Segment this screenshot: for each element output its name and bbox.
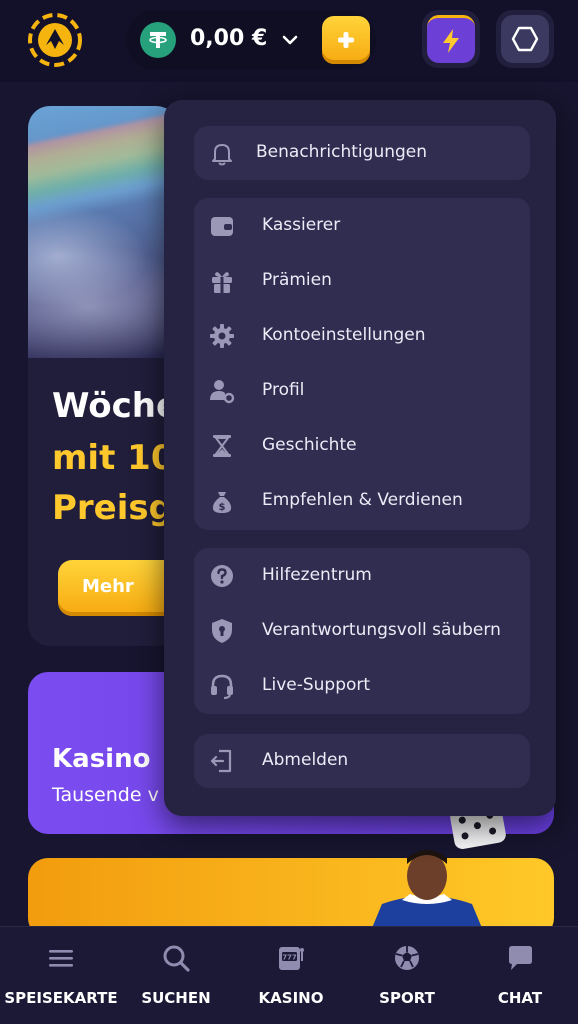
- player-image: [372, 850, 482, 928]
- menu-item-account-settings[interactable]: Kontoeinstellungen: [194, 310, 530, 362]
- menu-item-label: Kassierer: [262, 215, 341, 235]
- nav-label: KASINO: [258, 989, 324, 1007]
- logout-group: Abmelden: [194, 734, 530, 788]
- nav-sport[interactable]: SPORT: [352, 927, 462, 1024]
- shield-lock-icon: [212, 619, 232, 643]
- search-icon: [163, 945, 190, 972]
- logout-icon: [210, 749, 232, 773]
- nav-label: SPEISEKARTE: [4, 989, 118, 1007]
- menu-item-help-center[interactable]: Hilfezentrum: [194, 550, 530, 602]
- boost-button[interactable]: [422, 10, 480, 68]
- bottom-nav: SPEISEKARTE SUCHEN 777 KASINO SPORT CHAT: [0, 926, 578, 1024]
- account-menu: Benachrichtigungen Kassierer Prämien Kon…: [164, 100, 556, 816]
- user-settings-icon: [210, 380, 235, 404]
- tether-icon: [140, 22, 176, 58]
- menu-item-refer-earn[interactable]: $ Empfehlen & Verdienen: [194, 475, 530, 527]
- menu-item-label: Kontoeinstellungen: [262, 325, 426, 345]
- logo-icon[interactable]: [26, 11, 84, 69]
- menu-item-label: Abmelden: [262, 750, 349, 770]
- menu-item-label: Profil: [262, 380, 305, 400]
- menu-item-label: Geschichte: [262, 435, 357, 455]
- wallet-selector[interactable]: 0,00 €: [126, 10, 376, 70]
- menu-item-label: Benachrichtigungen: [256, 142, 428, 162]
- nav-menu[interactable]: SPEISEKARTE: [0, 927, 122, 1024]
- menu-item-cashier[interactable]: Kassierer: [194, 200, 530, 252]
- deposit-button[interactable]: [322, 16, 370, 64]
- profile-menu-button[interactable]: [496, 10, 554, 68]
- nav-casino[interactable]: 777 KASINO: [230, 927, 352, 1024]
- slot-machine-icon: 777: [279, 947, 304, 970]
- nav-label: SPORT: [379, 989, 435, 1007]
- promo-title-line2: mit 10: [52, 438, 175, 478]
- svg-text:777: 777: [282, 954, 297, 962]
- hexagon-icon: [511, 26, 539, 52]
- promo-card[interactable]: Wöche mit 10 Preisg Mehr: [28, 106, 178, 646]
- gift-icon: [212, 272, 232, 293]
- hourglass-icon: [213, 435, 231, 457]
- nav-label: SUCHEN: [141, 989, 211, 1007]
- menu-item-label: Prämien: [262, 270, 332, 290]
- more-button[interactable]: Mehr: [58, 560, 178, 616]
- menu-item-label: Hilfezentrum: [262, 565, 372, 585]
- menu-item-label: Live-Support: [262, 675, 371, 695]
- plus-icon: [338, 32, 354, 48]
- soccer-ball-icon: [395, 946, 419, 970]
- promo-title-line1: Wöche: [52, 386, 178, 426]
- menu-icon: [49, 950, 73, 967]
- menu-item-live-support[interactable]: Live-Support: [194, 660, 530, 712]
- menu-item-logout[interactable]: Abmelden: [194, 735, 530, 787]
- menu-item-profile[interactable]: Profil: [194, 365, 530, 417]
- balance-amount: 0,00 €: [190, 26, 268, 51]
- menu-item-responsible[interactable]: Verantwortungsvoll säubern: [194, 605, 530, 657]
- casino-subtitle: Tausende v: [52, 784, 159, 806]
- menu-item-history[interactable]: Geschichte: [194, 420, 530, 472]
- bell-icon: [212, 144, 232, 166]
- nav-label: CHAT: [497, 989, 543, 1007]
- wallet-icon: [211, 217, 233, 236]
- support-group: Hilfezentrum Verantwortungsvoll säubern …: [194, 548, 530, 714]
- menu-item-rewards[interactable]: Prämien: [194, 255, 530, 307]
- notifications-group: Benachrichtigungen: [194, 126, 530, 180]
- promo-image: [28, 106, 178, 358]
- menu-item-label: Verantwortungsvoll säubern: [262, 620, 501, 640]
- promo-title-line3: Preisg: [52, 488, 173, 528]
- casino-title: Kasino: [52, 744, 151, 774]
- svg-text:$: $: [219, 502, 226, 513]
- menu-item-notifications[interactable]: Benachrichtigungen: [194, 127, 530, 179]
- question-icon: [211, 565, 233, 587]
- nav-chat[interactable]: CHAT: [462, 927, 578, 1024]
- top-bar: 0,00 €: [0, 0, 578, 82]
- lightning-icon: [443, 28, 459, 53]
- money-bag-icon: $: [212, 492, 232, 513]
- account-group: Kassierer Prämien Kontoeinstellungen Pro…: [194, 198, 530, 530]
- nav-search[interactable]: SUCHEN: [122, 927, 230, 1024]
- headset-icon: [211, 674, 233, 699]
- app: 0,00 € Wöche mit 10 Preisg Mehr Kasino T…: [0, 0, 578, 1024]
- chevron-down-icon[interactable]: [280, 30, 300, 50]
- menu-item-label: Empfehlen & Verdienen: [262, 490, 463, 510]
- chat-icon: [509, 946, 532, 970]
- gear-icon: [210, 324, 234, 348]
